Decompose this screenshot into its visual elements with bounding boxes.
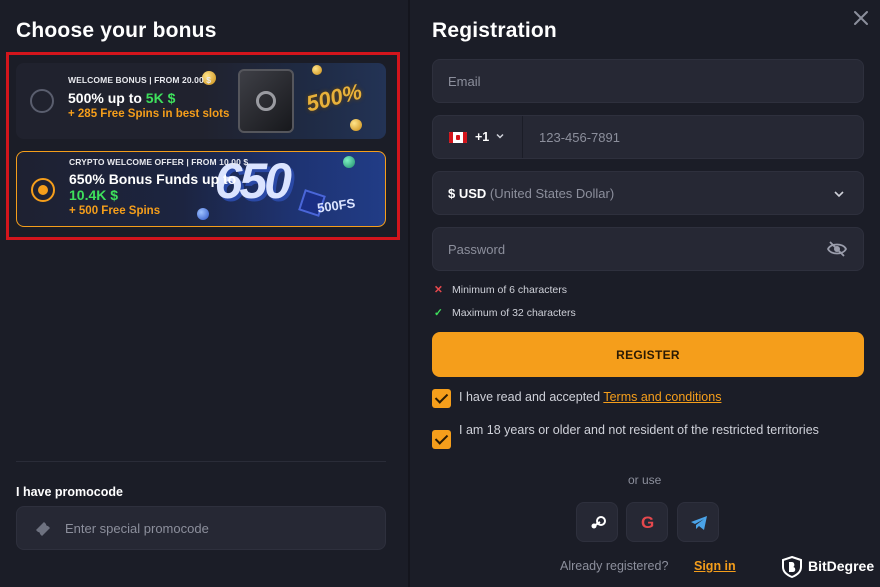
bonus-amount: 5K $ [145, 90, 176, 106]
register-button[interactable]: REGISTER [432, 332, 864, 377]
bonus-headline-text: 500% up to [68, 90, 146, 106]
country-code-select[interactable]: +1 [433, 116, 523, 158]
phone-field[interactable]: +1 [432, 115, 864, 159]
registration-title: Registration [432, 19, 557, 42]
age-label: I am 18 years or older and not resident … [459, 423, 819, 437]
currency-value: $ USD (United States Dollar) [448, 186, 614, 201]
bitdegree-logo-icon [782, 556, 802, 578]
bonus-kicker: WELCOME BONUS | FROM 20.00 $ [68, 75, 212, 85]
eye-off-icon[interactable] [827, 241, 847, 257]
password-rule-max: ✓ Maximum of 32 characters [434, 307, 576, 319]
bonus-headline: 500% up to 5K $ [68, 90, 229, 106]
terms-label: I have read and accepted Terms and condi… [459, 389, 721, 406]
ticket-icon [36, 522, 50, 536]
password-rule-min: ✕ Minimum of 6 characters [434, 284, 567, 296]
bonus-card-welcome[interactable]: WELCOME BONUS | FROM 20.00 $ 500% up to … [16, 63, 386, 139]
google-login-button[interactable]: G [626, 502, 668, 542]
email-field[interactable] [432, 59, 864, 103]
bonus-card-crypto[interactable]: 650 500FS CRYPTO WELCOME OFFER | FROM 10… [16, 151, 386, 227]
coin-icon [343, 156, 355, 168]
check-icon: ✓ [434, 307, 443, 319]
watermark-text: BitDegree [808, 558, 875, 574]
bonus-title: Choose your bonus [16, 19, 217, 42]
safe-icon [238, 69, 294, 133]
terms-link[interactable]: Terms and conditions [603, 390, 721, 404]
already-registered-text: Already registered? [560, 559, 669, 573]
chevron-down-icon [834, 191, 844, 198]
google-icon: G [641, 513, 655, 532]
bonus-kicker: CRYPTO WELCOME OFFER | FROM 10.00 $ [69, 157, 249, 167]
currency-code: $ USD [448, 186, 487, 201]
terms-text: I have read and accepted [459, 390, 604, 404]
dial-code: +1 [475, 130, 490, 144]
steam-login-button[interactable] [576, 502, 618, 542]
age-checkbox[interactable] [432, 430, 451, 449]
or-use-label: or use [628, 473, 662, 487]
coin-icon [312, 65, 322, 75]
password-field[interactable] [432, 227, 864, 271]
chevron-down-icon [496, 133, 504, 139]
promocode-input[interactable] [65, 507, 375, 549]
telegram-icon [691, 516, 707, 530]
rule-text: Maximum of 32 characters [452, 307, 576, 319]
coin-icon [350, 119, 362, 131]
bonus-spins: + 285 Free Spins in best slots [68, 108, 230, 120]
phone-input[interactable] [539, 116, 839, 158]
promocode-label: I have promocode [16, 485, 123, 499]
bonus-amount: 10.4K $ [69, 187, 119, 203]
steam-icon [591, 516, 606, 529]
divider [16, 461, 386, 462]
sign-in-link[interactable]: Sign in [694, 559, 736, 573]
currency-select[interactable]: $ USD (United States Dollar) [432, 171, 864, 215]
bonus-headline-text: 650% Bonus Funds up to [69, 171, 237, 187]
bonus-panel: Choose your bonus WELCOME BONUS | FROM 2… [0, 0, 408, 587]
bonus-spins: + 500 Free Spins [69, 205, 161, 217]
terms-checkbox[interactable] [432, 389, 451, 408]
bonus-radio-crypto[interactable] [31, 178, 55, 202]
bonus-art-text: 500% [303, 78, 365, 117]
bonus-radio-welcome[interactable] [30, 89, 54, 113]
rule-text: Minimum of 6 characters [452, 284, 567, 296]
promocode-field[interactable] [16, 506, 386, 550]
password-input[interactable] [448, 228, 828, 270]
currency-name: (United States Dollar) [489, 186, 615, 201]
bonus-headline: 650% Bonus Funds up to 10.4K $ [69, 171, 248, 203]
email-input[interactable] [448, 60, 828, 102]
telegram-login-button[interactable] [677, 502, 719, 542]
close-icon[interactable] [853, 10, 869, 26]
cross-icon: ✕ [434, 284, 443, 296]
canada-flag-icon [449, 132, 467, 143]
